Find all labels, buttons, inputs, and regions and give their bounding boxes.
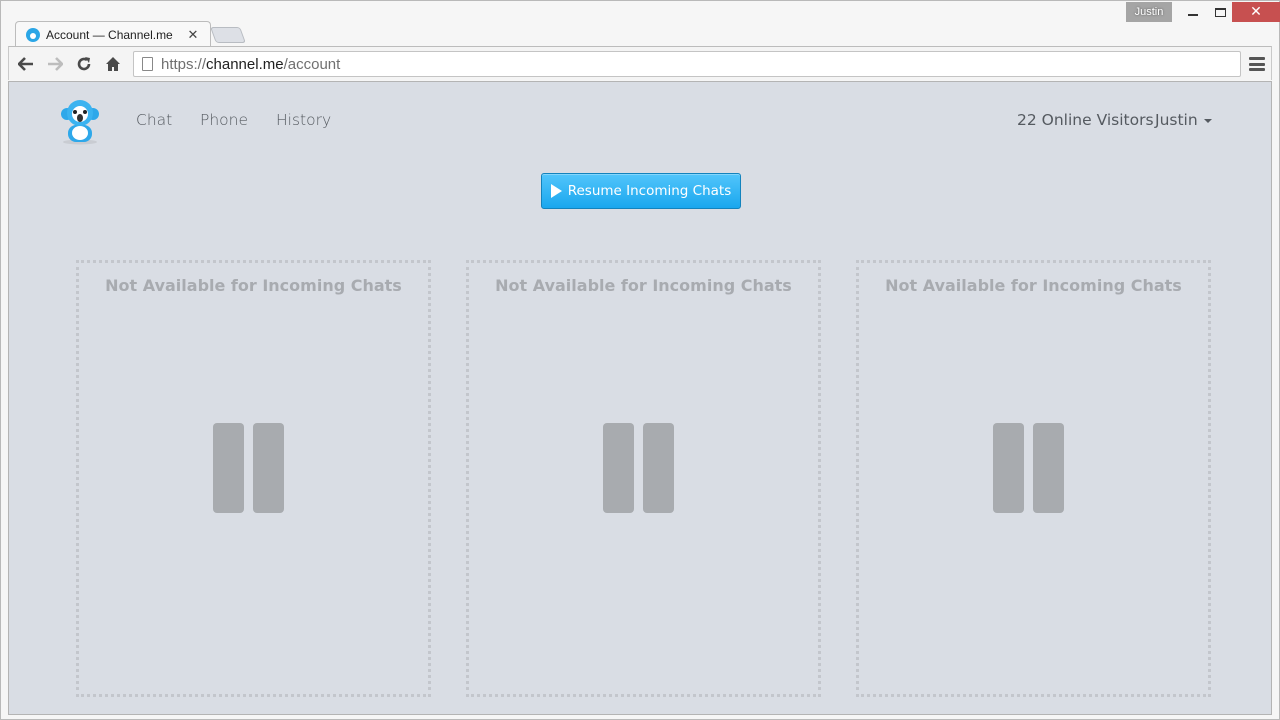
panel-status-title: Not Available for Incoming Chats — [495, 276, 792, 295]
online-visitors-count[interactable]: 22 Online Visitors — [1017, 111, 1154, 129]
chat-slot-panel: Not Available for Incoming Chats — [856, 260, 1211, 697]
home-icon[interactable] — [102, 53, 124, 75]
resume-incoming-chats-button[interactable]: Resume Incoming Chats — [541, 173, 741, 209]
title-bar: Justin ✕ Account — Channel.me ✕ — [1, 1, 1280, 47]
tab-close-icon[interactable]: ✕ — [186, 28, 200, 43]
tab-title: Account — Channel.me — [46, 28, 173, 42]
chat-slot-panel: Not Available for Incoming Chats — [466, 260, 821, 697]
hamburger-menu-icon[interactable] — [1249, 56, 1265, 72]
caret-down-icon — [1203, 119, 1212, 123]
pause-icon — [603, 423, 675, 515]
close-window-button[interactable]: ✕ — [1232, 2, 1280, 22]
nav-history[interactable]: History — [276, 111, 331, 129]
minimize-icon — [1188, 14, 1198, 16]
panel-status-title: Not Available for Incoming Chats — [885, 276, 1182, 295]
user-menu-dropdown[interactable]: Justin — [1155, 111, 1212, 129]
page-icon — [142, 57, 153, 71]
new-tab-button[interactable] — [210, 27, 246, 43]
address-bar[interactable]: https://channel.me/account — [133, 51, 1241, 77]
url-text: https://channel.me/account — [161, 55, 341, 73]
maximize-button[interactable] — [1206, 2, 1234, 22]
favicon-icon — [26, 28, 40, 42]
minimize-button[interactable] — [1179, 2, 1207, 22]
close-icon: ✕ — [1250, 4, 1262, 20]
nav-chat[interactable]: Chat — [136, 111, 172, 129]
reload-icon[interactable] — [73, 53, 95, 75]
chat-slot-panel: Not Available for Incoming Chats — [76, 260, 431, 697]
forward-arrow-icon[interactable] — [44, 53, 66, 75]
tab-account[interactable]: Account — Channel.me ✕ — [15, 21, 211, 47]
panel-status-title: Not Available for Incoming Chats — [105, 276, 402, 295]
page-viewport: Chat Phone History 22 Online Visitors Ju… — [8, 81, 1272, 715]
profile-badge[interactable]: Justin — [1126, 2, 1172, 22]
pause-icon — [213, 423, 285, 515]
user-name: Justin — [1155, 111, 1198, 129]
nav-phone[interactable]: Phone — [200, 111, 248, 129]
play-icon — [550, 184, 562, 198]
browser-window: Justin ✕ Account — Channel.me ✕ https://… — [0, 0, 1280, 720]
browser-toolbar: https://channel.me/account — [8, 46, 1272, 80]
resume-button-label: Resume Incoming Chats — [567, 183, 732, 199]
channel-me-logo[interactable] — [58, 97, 104, 145]
maximize-icon — [1214, 7, 1226, 17]
pause-icon — [993, 423, 1065, 515]
back-arrow-icon[interactable] — [15, 53, 37, 75]
